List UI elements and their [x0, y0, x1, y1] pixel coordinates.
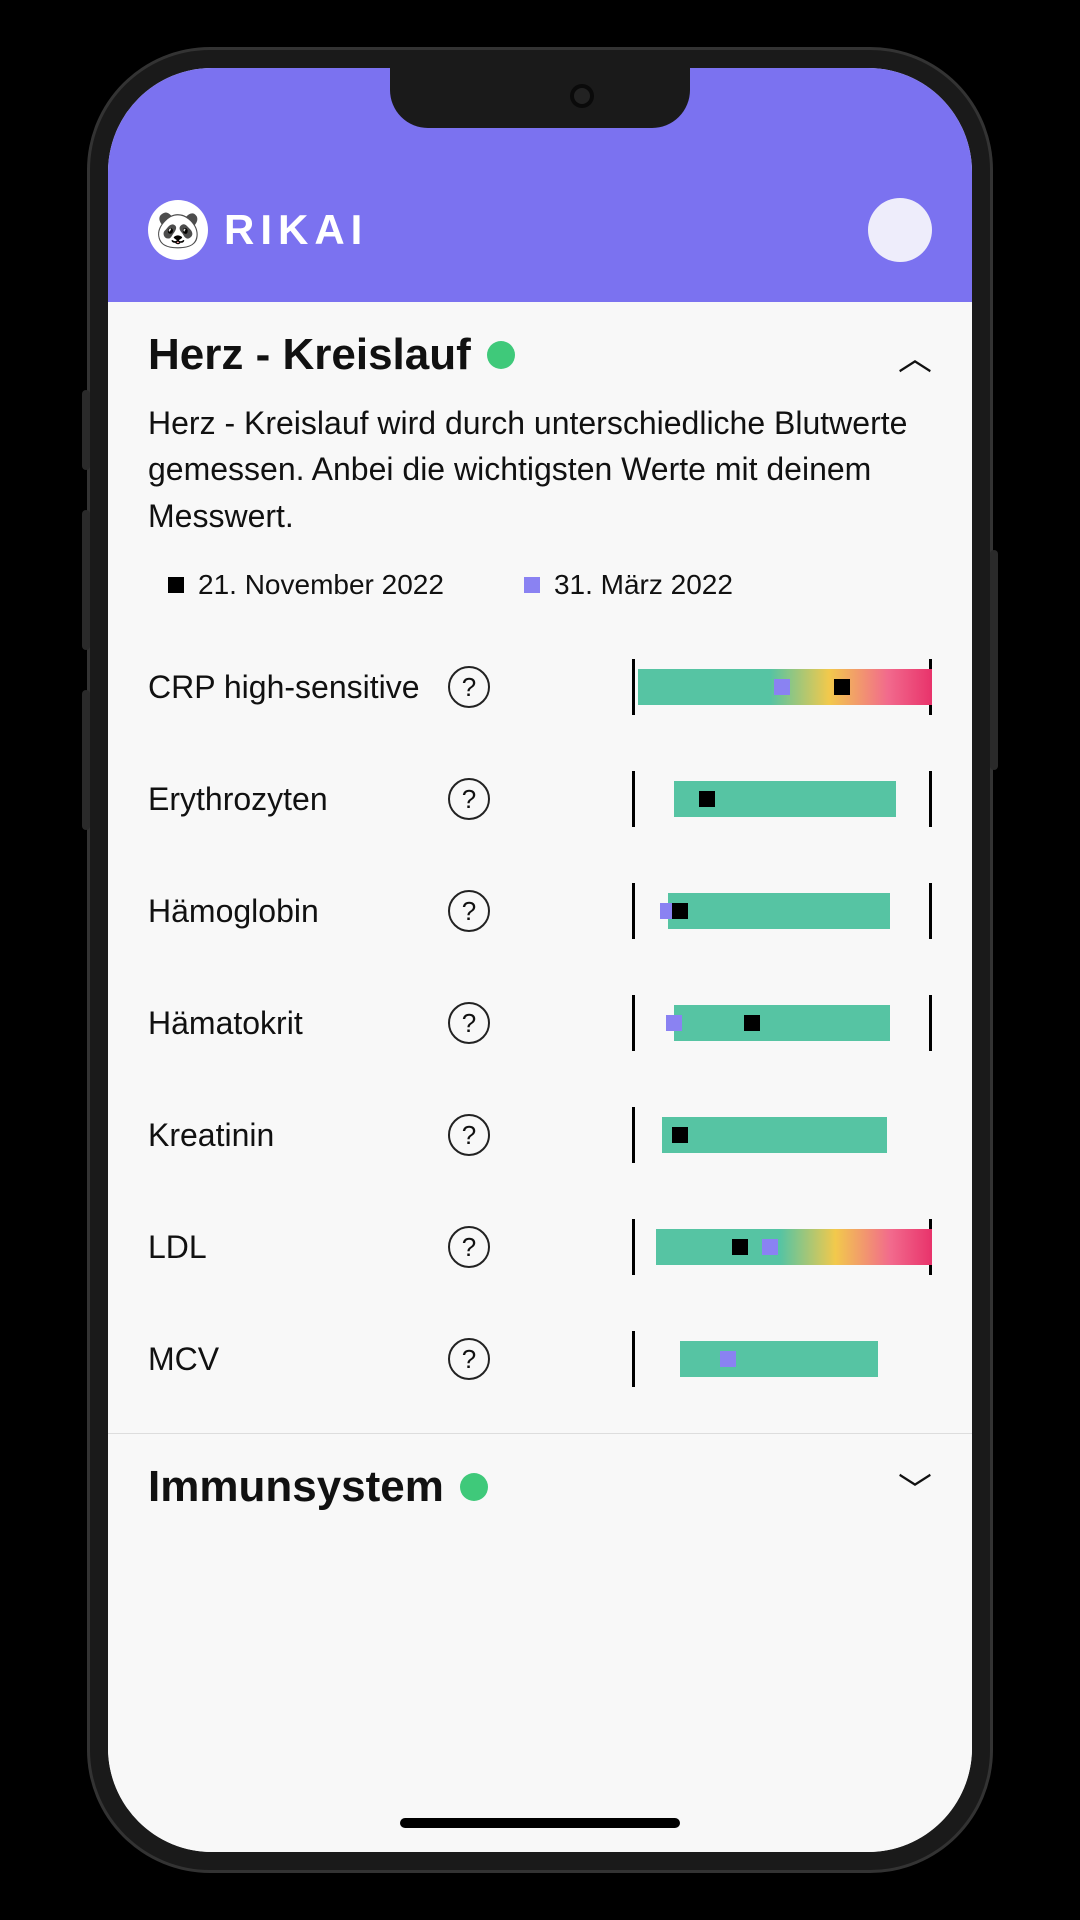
range-bar: [632, 889, 932, 933]
range-bar: [632, 1225, 932, 1269]
help-icon[interactable]: ?: [448, 666, 490, 708]
legend-item-previous: 31. März 2022: [524, 569, 733, 601]
brand-name: RIKAI: [224, 206, 368, 254]
marker-current-icon: [672, 903, 688, 919]
legend-label: 21. November 2022: [198, 569, 444, 601]
range-fill: [674, 1005, 890, 1041]
marker-current-icon: [834, 679, 850, 695]
section-immunsystem: Immunsystem ﹀: [108, 1434, 972, 1530]
legend-square-black-icon: [168, 577, 184, 593]
legend-square-purple-icon: [524, 577, 540, 593]
help-icon[interactable]: ?: [448, 778, 490, 820]
range-fill: [680, 1341, 878, 1377]
phone-frame: 🐼 RIKAI Herz - Kreislauf ︿ Herz - Kreisl…: [90, 50, 990, 1870]
section-header[interactable]: Herz - Kreislauf ︿: [148, 330, 932, 380]
section-herz-kreislauf: Herz - Kreislauf ︿ Herz - Kreislauf wird…: [108, 302, 972, 1434]
range-bar: [632, 1337, 932, 1381]
status-dot-icon: [487, 341, 515, 369]
metric-row: Hämoglobin?: [148, 855, 932, 967]
help-icon[interactable]: ?: [448, 890, 490, 932]
content-area[interactable]: Herz - Kreislauf ︿ Herz - Kreislauf wird…: [108, 302, 972, 1852]
range-tick-icon: [632, 1107, 635, 1163]
range-tick-icon: [632, 883, 635, 939]
marker-current-icon: [699, 791, 715, 807]
status-dot-icon: [460, 1473, 488, 1501]
marker-current-icon: [732, 1239, 748, 1255]
range-tick-icon: [632, 659, 635, 715]
section-header[interactable]: Immunsystem ﹀: [148, 1462, 932, 1512]
range-tick-icon: [632, 995, 635, 1051]
range-tick-icon: [632, 1219, 635, 1275]
brand-logo[interactable]: 🐼 RIKAI: [148, 200, 368, 260]
marker-previous-icon: [720, 1351, 736, 1367]
metric-label: Erythrozyten: [148, 781, 448, 818]
range-tick-icon: [632, 1331, 635, 1387]
legend-label: 31. März 2022: [554, 569, 733, 601]
metric-row: CRP high-sensitive?: [148, 631, 932, 743]
range-tick-icon: [632, 771, 635, 827]
metric-label: LDL: [148, 1229, 448, 1266]
metrics-list: CRP high-sensitive?Erythrozyten?Hämoglob…: [148, 631, 932, 1415]
legend-item-current: 21. November 2022: [168, 569, 444, 601]
marker-current-icon: [672, 1127, 688, 1143]
side-button: [82, 510, 90, 650]
metric-row: LDL?: [148, 1191, 932, 1303]
range-fill: [662, 1117, 887, 1153]
metric-label: Kreatinin: [148, 1117, 448, 1154]
phone-screen: 🐼 RIKAI Herz - Kreislauf ︿ Herz - Kreisl…: [108, 68, 972, 1852]
range-bar: [632, 665, 932, 709]
help-icon[interactable]: ?: [448, 1226, 490, 1268]
phone-notch: [390, 68, 690, 128]
section-title: Herz - Kreislauf: [148, 330, 471, 380]
marker-current-icon: [744, 1015, 760, 1031]
range-bar: [632, 1113, 932, 1157]
avatar[interactable]: [868, 198, 932, 262]
metric-label: Hämoglobin: [148, 893, 448, 930]
section-title: Immunsystem: [148, 1462, 444, 1512]
metric-row: Kreatinin?: [148, 1079, 932, 1191]
side-button: [82, 690, 90, 830]
chevron-down-icon[interactable]: ﹀: [898, 1463, 932, 1512]
legend: 21. November 2022 31. März 2022: [148, 569, 932, 601]
metric-label: MCV: [148, 1341, 448, 1378]
range-tick-icon: [929, 995, 932, 1051]
help-icon[interactable]: ?: [448, 1114, 490, 1156]
metric-label: Hämatokrit: [148, 1005, 448, 1042]
range-bar: [632, 1001, 932, 1045]
metric-row: MCV?: [148, 1303, 932, 1415]
range-bar: [632, 777, 932, 821]
section-description: Herz - Kreislauf wird durch unterschiedl…: [148, 400, 932, 539]
side-button: [990, 550, 998, 770]
marker-previous-icon: [762, 1239, 778, 1255]
marker-previous-icon: [774, 679, 790, 695]
home-indicator[interactable]: [400, 1818, 680, 1828]
metric-label: CRP high-sensitive: [148, 669, 448, 706]
metric-row: Hämatokrit?: [148, 967, 932, 1079]
help-icon[interactable]: ?: [448, 1338, 490, 1380]
metric-row: Erythrozyten?: [148, 743, 932, 855]
marker-previous-icon: [666, 1015, 682, 1031]
range-tick-icon: [929, 771, 932, 827]
side-button: [82, 390, 90, 470]
range-fill: [656, 1229, 932, 1265]
range-fill: [668, 893, 890, 929]
chevron-up-icon[interactable]: ︿: [898, 331, 932, 380]
help-icon[interactable]: ?: [448, 1002, 490, 1044]
range-tick-icon: [929, 883, 932, 939]
panda-icon: 🐼: [148, 200, 208, 260]
